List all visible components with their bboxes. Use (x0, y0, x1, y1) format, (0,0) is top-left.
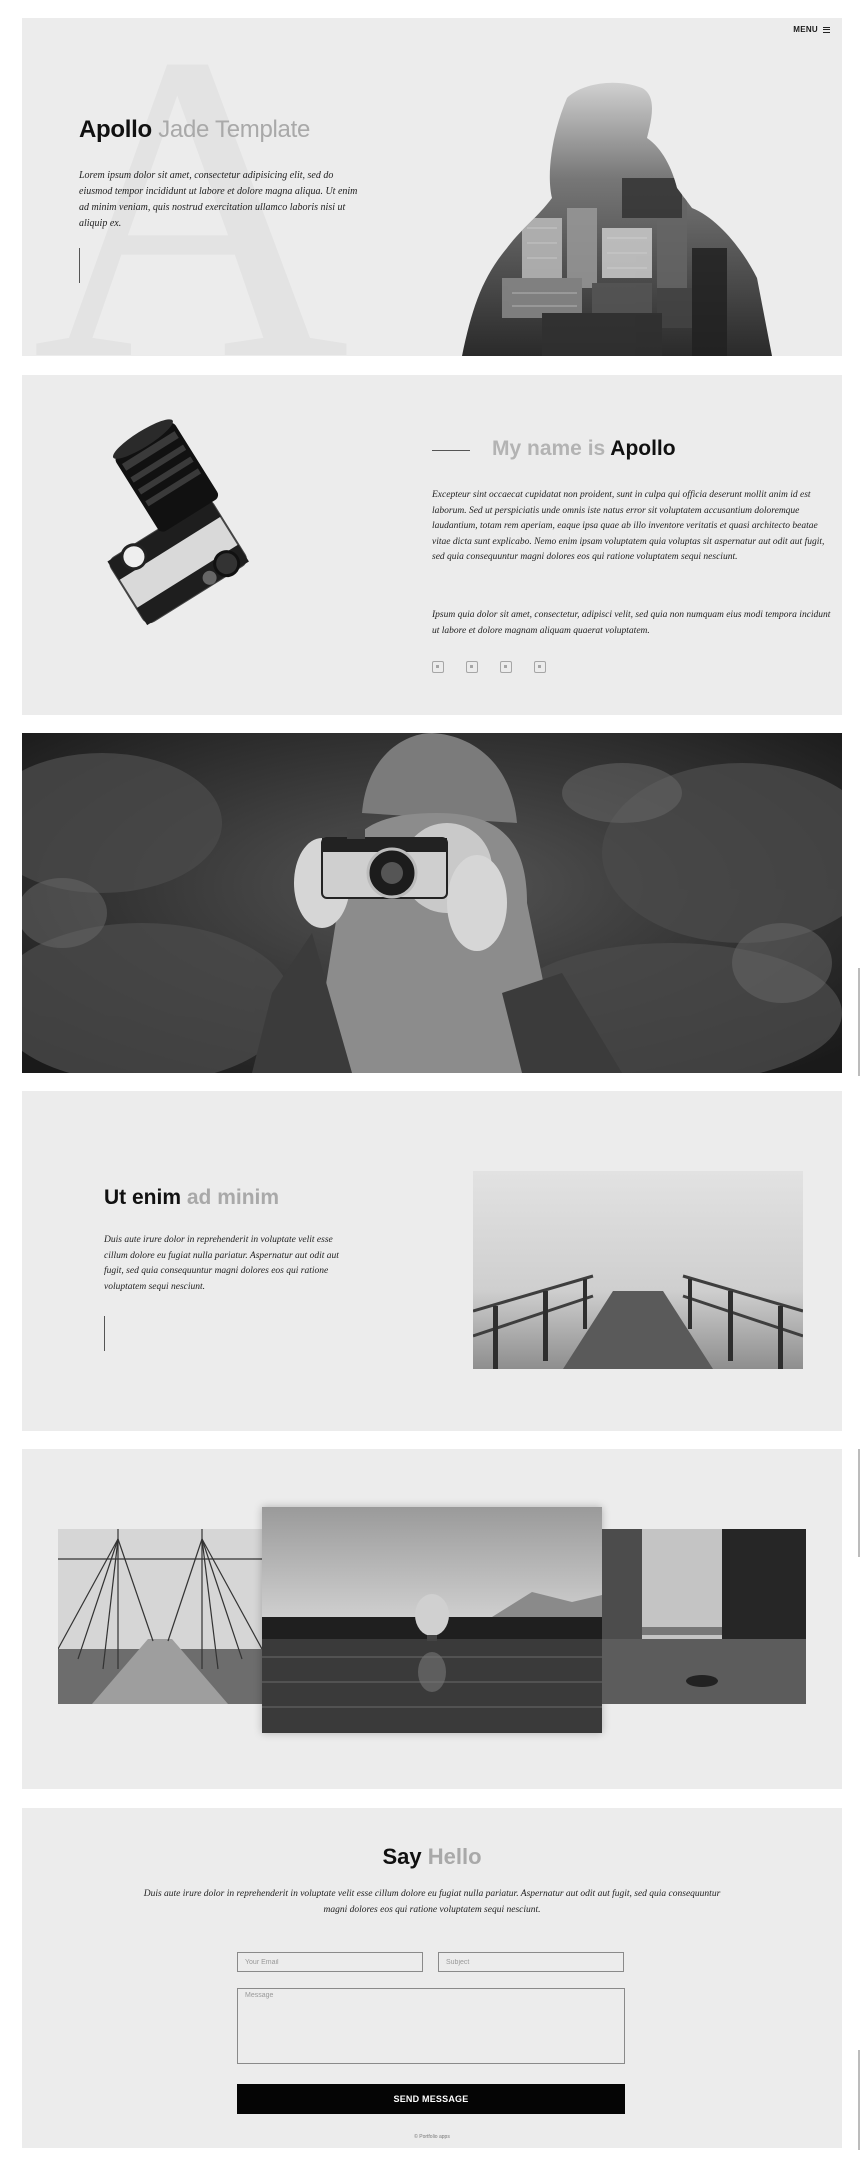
hamburger-icon (823, 26, 830, 33)
photographer-image (22, 733, 842, 1073)
pinterest-icon[interactable] (534, 661, 546, 673)
ut-enim-text: Duis aute irure dolor in reprehenderit i… (104, 1235, 339, 1292)
contact-title-light: Hello (427, 1844, 482, 1869)
ut-enim-section: Ut enim ad minim Duis aute irure dolor i… (22, 1091, 842, 1431)
about-title-bold: Apollo (610, 437, 676, 460)
facebook-icon[interactable] (432, 661, 444, 673)
about-rule (432, 450, 470, 451)
gallery-section (22, 1449, 842, 1789)
hero-double-exposure-image (462, 82, 772, 356)
hero-text: Lorem ipsum dolor sit amet, consectetur … (79, 170, 358, 229)
menu-label: MENU (793, 25, 818, 34)
scrollbar-hint (858, 2050, 860, 2150)
email-field[interactable] (237, 1952, 423, 1972)
hero-divider (79, 248, 80, 283)
social-links (432, 661, 546, 673)
scrollbar-hint (858, 1449, 860, 1557)
gallery-image-bridge[interactable] (58, 1529, 262, 1704)
contact-title-bold: Say (382, 1844, 422, 1869)
about-title: My name is Apollo (492, 437, 676, 461)
hero-title-light: Jade Template (158, 116, 310, 143)
gallery-image-balloon[interactable] (262, 1507, 602, 1733)
contact-title: Say Hello (22, 1844, 842, 1870)
gallery-image-canal[interactable] (602, 1529, 806, 1704)
send-message-button[interactable]: SEND MESSAGE (237, 2084, 625, 2114)
about-paragraph-1: Excepteur sint occaecat cupidatat non pr… (432, 490, 825, 562)
camera-image (107, 419, 249, 626)
about-title-light: My name is (492, 437, 606, 460)
message-field[interactable] (237, 1988, 625, 2064)
twitter-icon[interactable] (500, 661, 512, 673)
photo-banner-section (22, 733, 842, 1073)
ut-enim-title: Ut enim ad minim (104, 1186, 279, 1210)
hero-section: A MENU Apollo Jade Template Lorem ipsum … (22, 18, 842, 356)
hero-title-bold: Apollo (79, 116, 152, 143)
about-paragraph-2: Ipsum quia dolor sit amet, consectetur, … (432, 610, 831, 636)
instagram-icon[interactable] (466, 661, 478, 673)
ut-enim-title-light: ad minim (186, 1186, 280, 1209)
pier-image (473, 1171, 803, 1369)
ut-enim-divider (104, 1316, 105, 1351)
hero-title: Apollo Jade Template (79, 116, 310, 144)
scrollbar-hint (858, 968, 860, 1076)
about-section: My name is Apollo Excepteur sint occaeca… (22, 375, 842, 715)
menu-button[interactable]: MENU (793, 25, 830, 34)
ut-enim-title-bold: Ut enim (104, 1186, 182, 1209)
copyright-text: © Portfolio apps (414, 2134, 450, 2140)
contact-text: Duis aute irure dolor in reprehenderit i… (143, 1889, 721, 1915)
subject-field[interactable] (438, 1952, 624, 1972)
contact-section: Say Hello Duis aute irure dolor in repre… (22, 1808, 842, 2148)
